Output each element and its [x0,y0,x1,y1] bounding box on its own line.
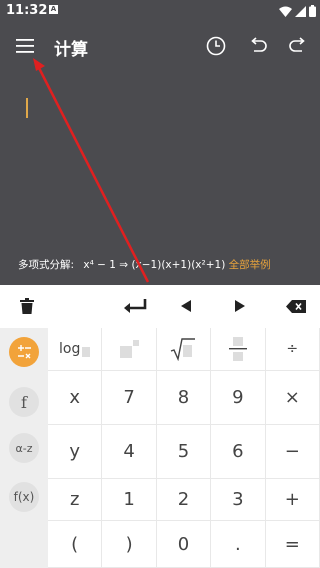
example-hint: 多项式分解: x⁴ − 1 ⇒ (x−1)(x+1)(x²+1) 全部举例 [18,257,271,272]
tab-custom-functions-label: f(x) [13,490,35,504]
cursor-right-button[interactable] [232,295,248,317]
menu-icon [16,39,34,53]
history-clock-icon [206,36,226,56]
key-1-4[interactable]: × [265,371,320,425]
undo-icon [251,37,267,52]
tab-letters-label: α-z [15,441,33,455]
redo-icon [289,37,305,52]
signal-icon [295,5,306,17]
power-icon [120,340,140,358]
operators-icon [18,345,31,359]
tab-basic-operators[interactable] [9,337,39,367]
key-4-1[interactable]: ) [102,521,157,568]
status-time: 11:32 [6,3,48,18]
key-1-1[interactable]: 7 [102,371,157,425]
key-0-1[interactable] [102,328,157,371]
key-2-1[interactable]: 4 [102,425,157,479]
cursor-left-button[interactable] [178,295,194,317]
keyboard-category-column: f α-z f(x) [0,328,48,568]
log-label: log [59,341,81,357]
key-3-2[interactable]: 2 [156,479,212,521]
clear-button[interactable] [16,295,38,317]
action-row [0,285,320,329]
key-2-4[interactable]: − [265,425,320,479]
key-3-0[interactable]: z [48,479,103,521]
tab-custom-functions[interactable]: f(x) [9,482,39,512]
key-3-3[interactable]: 3 [211,479,266,521]
backspace-button[interactable] [284,295,308,317]
key-4-4[interactable]: = [265,521,320,568]
keypad: log ÷ x 7 8 9 × y 4 5 6− z 1 2 3 + () 0. = [48,328,320,568]
sqrt-icon [171,338,196,361]
history-button[interactable] [204,34,228,58]
log-placeholder-icon [82,347,91,357]
status-bar: 11:32 A [0,0,320,22]
key-1-3[interactable]: 9 [211,371,266,425]
battery-icon [309,5,316,17]
caret-right-icon [235,300,245,312]
key-3-1[interactable]: 1 [102,479,157,521]
fraction-icon [228,337,247,361]
key-3-4[interactable]: + [265,479,320,521]
tab-letters[interactable]: α-z [9,433,39,463]
display-area: 11:32 A 计算 多项式分解: x⁴ − 1 ⇒ (x−1)(x+1)(x²… [0,0,320,285]
key-1-2[interactable]: 8 [156,371,212,425]
key-0-4[interactable]: ÷ [265,328,320,371]
key-2-0[interactable]: y [48,425,103,479]
input-cursor[interactable] [26,98,28,118]
wifi-icon [279,6,292,17]
key-0-2[interactable] [156,328,212,371]
tab-functions[interactable]: f [9,387,39,417]
key-0-3[interactable] [211,328,266,371]
example-formula: x⁴ − 1 ⇒ (x−1)(x+1)(x²+1) [83,259,226,271]
key-4-2[interactable]: 0 [156,521,212,568]
undo-button[interactable] [246,34,270,58]
trash-icon [20,298,34,314]
key-2-2[interactable]: 5 [156,425,212,479]
example-label: 多项式分解: [18,259,75,271]
key-4-0[interactable]: ( [48,521,103,568]
key-4-3[interactable]: . [211,521,266,568]
backspace-icon [286,299,306,313]
key-1-0[interactable]: x [48,371,103,425]
all-examples-link[interactable]: 全部举例 [229,259,271,271]
enter-button[interactable] [118,295,150,317]
enter-icon [124,299,147,313]
tab-functions-label: f [21,392,27,412]
page-title: 计算 [54,40,88,60]
key-2-3[interactable]: 6 [211,425,266,479]
menu-button[interactable] [13,34,37,58]
key-0-0[interactable]: log [48,328,103,371]
redo-button[interactable] [286,34,310,58]
notification-app-icon: A [49,5,58,14]
toolbar: 计算 [0,22,320,70]
caret-left-icon [181,300,191,312]
